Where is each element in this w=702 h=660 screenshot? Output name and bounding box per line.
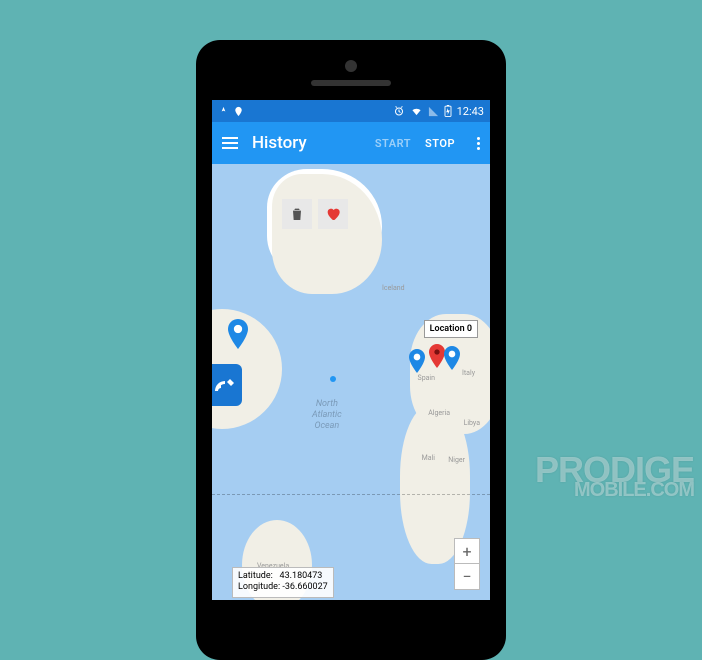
ocean-label: NorthAtlanticOcean — [312, 399, 342, 431]
app-bar: History START STOP — [212, 122, 490, 164]
wifi-icon — [410, 106, 423, 117]
stop-button[interactable]: STOP — [425, 137, 455, 150]
more-icon[interactable] — [477, 137, 480, 150]
map-pin[interactable] — [444, 346, 460, 370]
menu-icon[interactable] — [222, 137, 238, 149]
zoom-in-button[interactable]: + — [454, 538, 480, 564]
page-title: History — [252, 133, 361, 153]
favorite-button[interactable] — [318, 199, 348, 229]
satellite-icon[interactable] — [212, 364, 242, 406]
map-label-mali: Mali — [422, 454, 435, 462]
current-location-dot — [330, 376, 336, 382]
lng-label: Longitude: — [238, 582, 280, 592]
map-gridline — [212, 494, 490, 495]
coordinates-panel: Latitude: 43.180473 Longitude: -36.66002… — [232, 567, 334, 598]
location-tooltip[interactable]: Location 0 — [424, 320, 478, 338]
start-button[interactable]: START — [375, 137, 411, 150]
zoom-controls: + − — [454, 538, 480, 590]
zoom-out-button[interactable]: − — [454, 564, 480, 590]
map-label-niger: Niger — [448, 456, 465, 464]
map-label-algeria: Algeria — [428, 409, 450, 417]
phone-frame: 12:43 History START STOP Iceland Spain I… — [196, 40, 506, 660]
location-icon — [233, 106, 244, 117]
alarm-icon — [393, 105, 405, 117]
map-view[interactable]: Iceland Spain Italy Algeria Libya Mali N… — [212, 164, 490, 600]
status-time: 12:43 — [457, 105, 484, 118]
lng-value: -36.660027 — [282, 582, 327, 592]
map-label-spain: Spain — [418, 374, 435, 382]
lat-label: Latitude: — [238, 571, 273, 581]
gps-icon — [218, 106, 229, 117]
lat-value: 43.180473 — [280, 571, 323, 581]
screen: 12:43 History START STOP Iceland Spain I… — [212, 100, 490, 600]
marker-popup — [282, 199, 348, 229]
watermark: PRODIGE MOBILE.COM — [535, 456, 694, 498]
battery-icon — [444, 105, 452, 117]
map-label-libya: Libya — [464, 419, 480, 427]
map-pin-selected[interactable] — [429, 344, 445, 368]
map-pin[interactable] — [409, 349, 425, 373]
status-bar: 12:43 — [212, 100, 490, 122]
map-label-italy: Italy — [462, 369, 475, 377]
signal-icon — [428, 106, 439, 117]
map-label-iceland: Iceland — [382, 284, 405, 292]
map-pin[interactable] — [227, 319, 249, 349]
delete-button[interactable] — [282, 199, 312, 229]
